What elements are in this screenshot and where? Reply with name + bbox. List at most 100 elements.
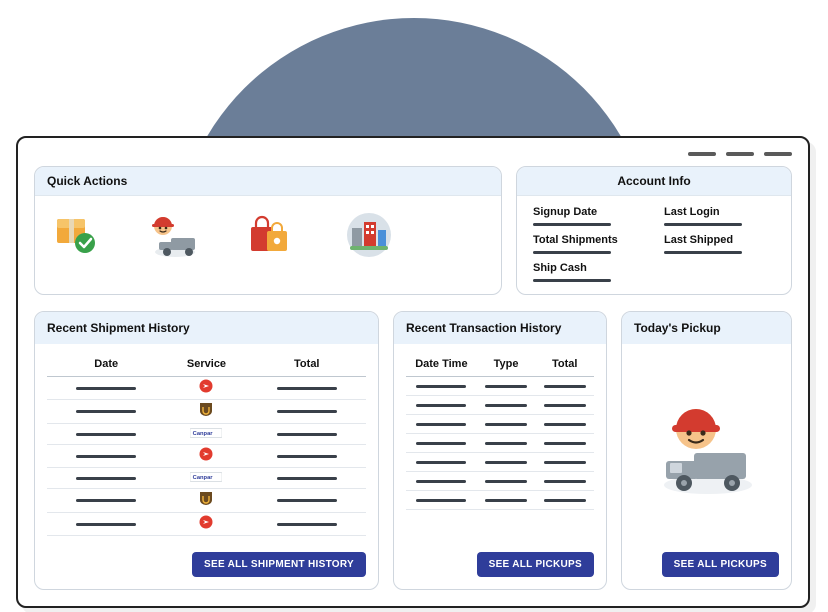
account-ship-cash: Ship Cash	[533, 262, 644, 282]
col-datetime: Date Time	[406, 354, 477, 377]
table-row[interactable]	[406, 472, 594, 491]
account-info-title: Account Info	[517, 167, 791, 196]
placeholder-line	[485, 442, 527, 445]
placeholder-line	[277, 455, 337, 458]
quick-action-city-icon[interactable]	[339, 210, 399, 260]
quick-action-courier-icon[interactable]	[143, 210, 203, 260]
shipment-table: Date Service Total Canpar Canpar	[47, 354, 366, 536]
account-item-label: Ship Cash	[533, 262, 644, 274]
placeholder-line	[533, 223, 611, 226]
placeholder-line	[485, 499, 527, 502]
col-service: Service	[165, 354, 247, 377]
placeholder-line	[416, 423, 466, 426]
table-row[interactable]	[406, 415, 594, 434]
col-date: Date	[47, 354, 165, 377]
courier-truck-icon	[652, 401, 762, 502]
placeholder-line	[485, 480, 527, 483]
table-row[interactable]	[47, 445, 366, 468]
table-row[interactable]	[406, 434, 594, 453]
placeholder-line	[544, 499, 586, 502]
shipment-history-card: Recent Shipment History Date Service Tot…	[34, 311, 379, 590]
placeholder-line	[533, 279, 611, 282]
service-carrier-icon	[190, 492, 222, 504]
placeholder-line	[533, 251, 611, 254]
table-row[interactable]	[406, 377, 594, 396]
window-control-dash[interactable]	[764, 152, 792, 156]
placeholder-line	[277, 387, 337, 390]
table-row[interactable]: Canpar	[47, 424, 366, 445]
placeholder-line	[76, 499, 136, 502]
col-type: Type	[477, 354, 536, 377]
placeholder-line	[416, 442, 466, 445]
account-item-label: Total Shipments	[533, 234, 644, 246]
window-control-dash[interactable]	[688, 152, 716, 156]
transaction-history-title: Recent Transaction History	[394, 312, 606, 344]
placeholder-line	[485, 385, 527, 388]
svg-text:Canpar: Canpar	[193, 475, 214, 481]
placeholder-line	[544, 480, 586, 483]
see-all-shipment-button[interactable]: SEE ALL SHIPMENT HISTORY	[192, 552, 366, 577]
placeholder-line	[416, 480, 466, 483]
pickup-card: Today's Pickup	[621, 311, 792, 590]
placeholder-line	[485, 404, 527, 407]
placeholder-line	[544, 423, 586, 426]
account-item-label: Last Shipped	[664, 234, 775, 246]
table-row[interactable]	[406, 396, 594, 415]
account-total-shipments: Total Shipments	[533, 234, 644, 254]
col-total: Total	[535, 354, 594, 377]
placeholder-line	[664, 251, 742, 254]
account-last-login: Last Login	[664, 206, 775, 226]
table-row[interactable]	[47, 400, 366, 424]
quick-actions-panel: Quick Actions	[34, 166, 502, 295]
placeholder-line	[416, 385, 466, 388]
placeholder-line	[416, 404, 466, 407]
placeholder-line	[277, 477, 337, 480]
window-control-dash[interactable]	[726, 152, 754, 156]
svg-text:Canpar: Canpar	[193, 431, 214, 437]
placeholder-line	[277, 499, 337, 502]
table-row[interactable]	[47, 513, 366, 536]
service-carrier-icon	[190, 448, 222, 460]
app-window: Quick Actions	[16, 136, 810, 608]
placeholder-line	[277, 410, 337, 413]
col-total: Total	[248, 354, 366, 377]
placeholder-line	[76, 387, 136, 390]
placeholder-line	[76, 523, 136, 526]
see-all-pickups-button[interactable]: SEE ALL PICKUPS	[662, 552, 779, 577]
placeholder-line	[277, 433, 337, 436]
placeholder-line	[485, 461, 527, 464]
table-row[interactable]	[47, 489, 366, 513]
service-carrier-icon: Canpar	[190, 427, 222, 439]
placeholder-line	[485, 423, 527, 426]
placeholder-line	[664, 223, 742, 226]
service-carrier-icon	[190, 516, 222, 528]
pickup-title: Today's Pickup	[622, 312, 791, 344]
see-all-transactions-button[interactable]: SEE ALL PICKUPS	[477, 552, 594, 577]
quick-action-shopping-icon[interactable]	[241, 210, 301, 260]
placeholder-line	[544, 442, 586, 445]
placeholder-line	[544, 461, 586, 464]
quick-action-package-icon[interactable]	[45, 210, 105, 260]
transaction-history-card: Recent Transaction History Date Time Typ…	[393, 311, 607, 590]
table-row[interactable]	[406, 453, 594, 472]
placeholder-line	[76, 433, 136, 436]
placeholder-line	[277, 523, 337, 526]
table-row[interactable]	[47, 377, 366, 400]
window-controls	[34, 152, 792, 156]
table-row[interactable]	[406, 491, 594, 510]
shipment-history-title: Recent Shipment History	[35, 312, 378, 344]
service-carrier-icon	[190, 403, 222, 415]
account-item-label: Signup Date	[533, 206, 644, 218]
account-item-label: Last Login	[664, 206, 775, 218]
placeholder-line	[76, 455, 136, 458]
placeholder-line	[416, 499, 466, 502]
placeholder-line	[544, 404, 586, 407]
quick-actions-title: Quick Actions	[35, 167, 501, 196]
placeholder-line	[76, 477, 136, 480]
placeholder-line	[416, 461, 466, 464]
placeholder-line	[76, 410, 136, 413]
service-carrier-icon	[190, 380, 222, 392]
table-row[interactable]: Canpar	[47, 468, 366, 489]
placeholder-line	[544, 385, 586, 388]
account-last-shipped: Last Shipped	[664, 234, 775, 254]
